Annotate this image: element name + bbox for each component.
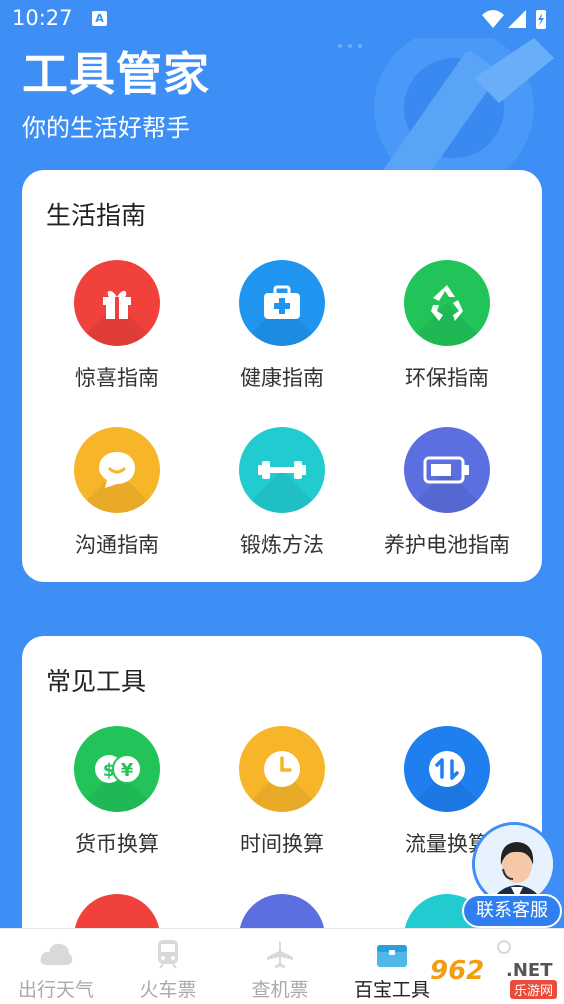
guide-exercise[interactable]: 锻炼方法 bbox=[199, 427, 365, 559]
airplane-icon bbox=[267, 941, 293, 968]
tab-flight[interactable]: 查机票 bbox=[224, 929, 336, 1004]
tool-label: 时间换算 bbox=[240, 832, 324, 856]
guide-label: 沟通指南 bbox=[75, 533, 159, 557]
chat-bubble-icon bbox=[74, 427, 160, 513]
watermark-domain: .NET bbox=[506, 960, 553, 981]
tool-label: 货币换算 bbox=[75, 832, 159, 856]
contact-service-button[interactable]: 联系客服 bbox=[462, 894, 562, 928]
guide-label: 养护电池指南 bbox=[384, 533, 510, 557]
guide-label: 锻炼方法 bbox=[240, 533, 324, 557]
cloud-icon bbox=[40, 943, 73, 965]
svg-text:¥: ¥ bbox=[121, 760, 134, 781]
currency-icon: $ ¥ bbox=[74, 726, 160, 812]
tab-weather[interactable]: 出行天气 bbox=[0, 929, 112, 1004]
watermark-name: 乐游网 bbox=[510, 980, 558, 999]
medical-kit-icon bbox=[239, 260, 325, 346]
tool-currency[interactable]: $ ¥ 货币换算 bbox=[34, 726, 200, 858]
tab-label: 火车票 bbox=[139, 979, 197, 1001]
tools-illustration bbox=[338, 38, 554, 178]
clock-icon bbox=[239, 726, 325, 812]
guide-communication[interactable]: 沟通指南 bbox=[34, 427, 200, 559]
section-title: 常见工具 bbox=[46, 667, 147, 696]
guide-label: 惊喜指南 bbox=[75, 366, 159, 390]
tool-time[interactable]: 时间换算 bbox=[199, 726, 365, 858]
site-watermark: 962 .NET 乐游网 bbox=[424, 956, 564, 1000]
guide-label: 健康指南 bbox=[240, 366, 324, 390]
guide-label: 环保指南 bbox=[405, 366, 489, 390]
train-icon bbox=[158, 940, 178, 969]
app-title: 工具管家 bbox=[22, 47, 210, 101]
guide-surprise[interactable]: 惊喜指南 bbox=[34, 260, 200, 392]
section-title: 生活指南 bbox=[46, 201, 147, 230]
guide-eco[interactable]: 环保指南 bbox=[364, 260, 530, 392]
life-guide-card: 生活指南 惊喜指南 健康指南 环保指南 沟通指南 锻炼方法 养护电池指南 bbox=[22, 170, 542, 582]
tab-label: 查机票 bbox=[251, 979, 309, 1001]
signal-battery-icons bbox=[482, 10, 546, 29]
watermark-brand: 962 bbox=[430, 956, 485, 986]
svg-text:$: $ bbox=[103, 760, 116, 781]
status-time: 10:27 bbox=[12, 6, 73, 30]
toolbox-icon bbox=[377, 945, 407, 967]
data-traffic-icon bbox=[404, 726, 490, 812]
dumbbell-icon bbox=[239, 427, 325, 513]
customer-service-float[interactable]: 联系客服 bbox=[462, 822, 562, 928]
notification-a-icon: A bbox=[92, 11, 107, 26]
gift-icon bbox=[74, 260, 160, 346]
status-bar: 10:27 A bbox=[0, 0, 564, 38]
battery-icon bbox=[404, 427, 490, 513]
recycle-icon bbox=[404, 260, 490, 346]
guide-battery[interactable]: 养护电池指南 bbox=[364, 427, 530, 559]
tab-train[interactable]: 火车票 bbox=[112, 929, 224, 1004]
tab-label: 出行天气 bbox=[17, 979, 94, 1001]
app-subtitle: 你的生活好帮手 bbox=[22, 114, 190, 142]
guide-health[interactable]: 健康指南 bbox=[199, 260, 365, 392]
